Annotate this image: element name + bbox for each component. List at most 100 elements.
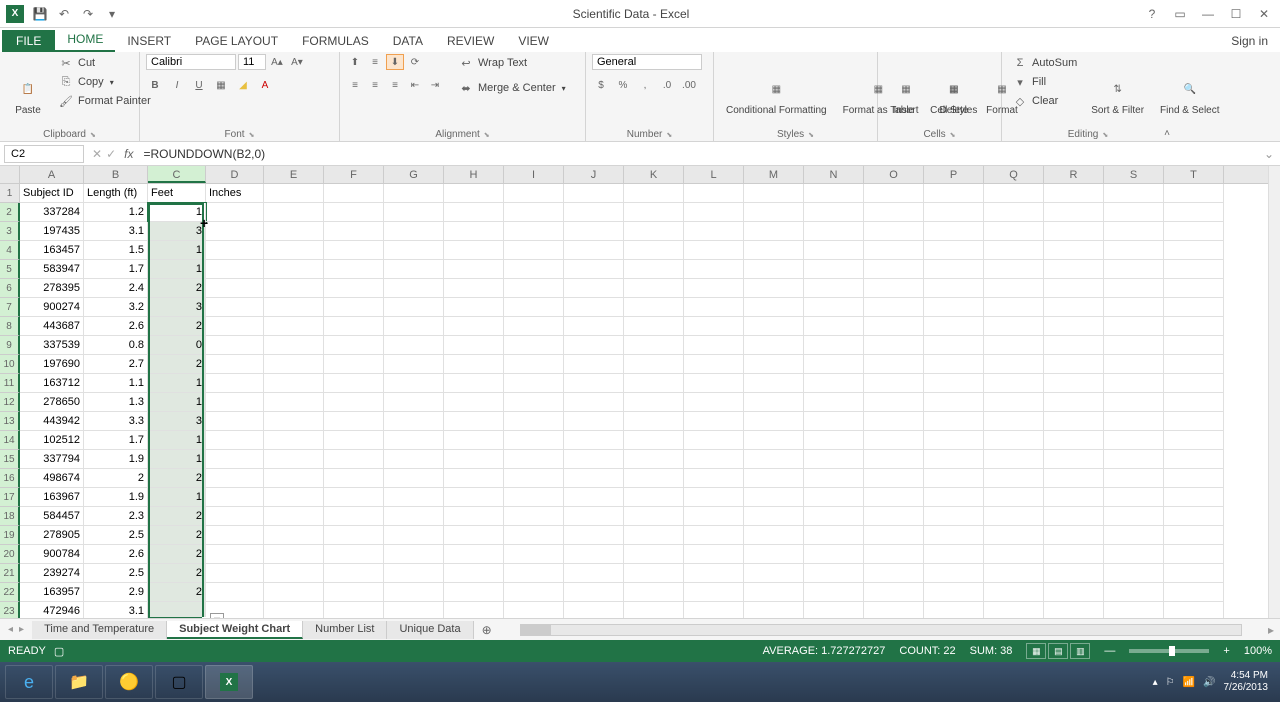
cell[interactable]: [744, 374, 804, 393]
cell[interactable]: [804, 336, 864, 355]
cell[interactable]: [1044, 241, 1104, 260]
cell[interactable]: [924, 374, 984, 393]
percent-icon[interactable]: %: [614, 77, 632, 93]
cell[interactable]: [924, 564, 984, 583]
cell[interactable]: [744, 507, 804, 526]
row-header-8[interactable]: 8: [0, 317, 20, 336]
cell[interactable]: [264, 583, 324, 602]
increase-decimal-icon[interactable]: .0: [658, 77, 676, 93]
cell[interactable]: [804, 450, 864, 469]
cell[interactable]: [924, 317, 984, 336]
cell[interactable]: [624, 298, 684, 317]
cell[interactable]: 584457: [20, 507, 84, 526]
cell[interactable]: 1.9: [84, 450, 148, 469]
cell[interactable]: [984, 241, 1044, 260]
cell[interactable]: [1164, 564, 1224, 583]
cell[interactable]: [324, 564, 384, 583]
col-header-C[interactable]: C: [148, 166, 206, 183]
ribbon-tab-review[interactable]: REVIEW: [435, 30, 506, 52]
cell[interactable]: 2: [148, 583, 206, 602]
accept-formula-icon[interactable]: ✓: [106, 147, 116, 161]
cell[interactable]: [324, 412, 384, 431]
cell[interactable]: [1104, 260, 1164, 279]
row-header-9[interactable]: 9: [0, 336, 20, 355]
font-size-input[interactable]: [238, 54, 266, 70]
cell[interactable]: [624, 545, 684, 564]
cell[interactable]: [264, 222, 324, 241]
cell[interactable]: [206, 298, 264, 317]
page-break-icon[interactable]: ▥: [1070, 643, 1090, 659]
cell[interactable]: [624, 469, 684, 488]
cell[interactable]: [1044, 469, 1104, 488]
row-header-23[interactable]: 23: [0, 602, 20, 618]
cell[interactable]: [1164, 393, 1224, 412]
cell[interactable]: [324, 279, 384, 298]
row-header-12[interactable]: 12: [0, 393, 20, 412]
cell[interactable]: 3.1: [84, 222, 148, 241]
volume-icon[interactable]: 🔊: [1203, 677, 1215, 688]
cell[interactable]: [804, 545, 864, 564]
cell[interactable]: [924, 203, 984, 222]
collapse-ribbon-icon[interactable]: ˄: [1164, 128, 1170, 139]
cell[interactable]: Feet: [148, 184, 206, 203]
cell[interactable]: 2.4: [84, 279, 148, 298]
cell[interactable]: [264, 564, 324, 583]
cell[interactable]: [504, 469, 564, 488]
cells[interactable]: Subject IDLength (ft)FeetInches3372841.2…: [20, 184, 1268, 618]
cell[interactable]: [1104, 564, 1164, 583]
cell[interactable]: [264, 298, 324, 317]
cell[interactable]: [624, 412, 684, 431]
cell[interactable]: [864, 184, 924, 203]
col-header-Q[interactable]: Q: [984, 166, 1044, 183]
zoom-slider[interactable]: [1129, 649, 1209, 653]
cell[interactable]: [384, 298, 444, 317]
increase-indent-icon[interactable]: ⇥: [426, 77, 444, 93]
cell[interactable]: [984, 260, 1044, 279]
help-icon[interactable]: ?: [1140, 4, 1164, 24]
cell[interactable]: [804, 355, 864, 374]
name-box[interactable]: [4, 145, 84, 163]
delete-button[interactable]: ▦Delete: [932, 54, 976, 139]
cancel-formula-icon[interactable]: ✕: [92, 147, 102, 161]
cell[interactable]: [324, 393, 384, 412]
cell[interactable]: [1044, 545, 1104, 564]
cell[interactable]: [206, 412, 264, 431]
cell[interactable]: [1104, 583, 1164, 602]
cell[interactable]: [804, 241, 864, 260]
cell[interactable]: [744, 260, 804, 279]
cell[interactable]: [1104, 336, 1164, 355]
cell[interactable]: [924, 393, 984, 412]
cell[interactable]: [504, 374, 564, 393]
col-header-M[interactable]: M: [744, 166, 804, 183]
row-header-14[interactable]: 14: [0, 431, 20, 450]
cell[interactable]: [264, 317, 324, 336]
comma-icon[interactable]: ,: [636, 77, 654, 93]
sign-in-link[interactable]: Sign in: [1219, 30, 1280, 52]
select-all-button[interactable]: [0, 166, 20, 184]
cell[interactable]: 2: [148, 279, 206, 298]
clear-button[interactable]: ◇Clear: [1008, 92, 1081, 110]
col-header-A[interactable]: A: [20, 166, 84, 183]
cell[interactable]: [564, 355, 624, 374]
cell[interactable]: [744, 222, 804, 241]
cell[interactable]: [684, 393, 744, 412]
cell[interactable]: [744, 526, 804, 545]
row-header-18[interactable]: 18: [0, 507, 20, 526]
cell[interactable]: 278650: [20, 393, 84, 412]
cell[interactable]: [804, 564, 864, 583]
cell[interactable]: [564, 222, 624, 241]
row-header-2[interactable]: 2: [0, 203, 20, 222]
cell[interactable]: 1.5: [84, 241, 148, 260]
cell[interactable]: [324, 355, 384, 374]
cell[interactable]: [264, 450, 324, 469]
cell[interactable]: [206, 583, 264, 602]
cell[interactable]: [924, 279, 984, 298]
cell[interactable]: [804, 279, 864, 298]
cell[interactable]: [864, 507, 924, 526]
cell[interactable]: [1044, 526, 1104, 545]
cell[interactable]: 1: [148, 393, 206, 412]
cell[interactable]: [984, 336, 1044, 355]
fill-color-button[interactable]: ◢: [234, 77, 252, 93]
cell[interactable]: [864, 583, 924, 602]
cell[interactable]: [804, 526, 864, 545]
